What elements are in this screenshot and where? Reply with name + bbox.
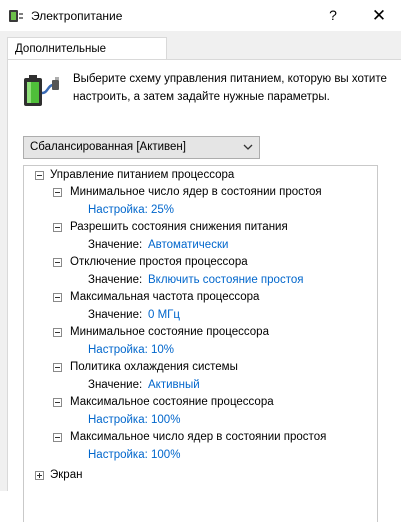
tree-group-processor-power[interactable]: Управление питанием процессора [50, 166, 234, 184]
power-plan-select[interactable]: Сбалансированная [Активен] [23, 136, 260, 159]
window-title: Электропитание [31, 9, 123, 23]
tab-advanced-settings[interactable]: Дополнительные параметры [7, 37, 167, 77]
power-plan-select-value: Сбалансированная [Активен] [30, 141, 186, 153]
tree-item-value[interactable]: Настройка: 25% [88, 201, 174, 219]
tree-item-label[interactable]: Отключение простоя процессора [70, 253, 248, 271]
close-button[interactable]: ✕ [357, 0, 401, 31]
tree-item-value[interactable]: Включить состояние простоя [148, 271, 303, 289]
plus-box-icon[interactable] [35, 471, 44, 480]
minus-box-icon[interactable] [53, 223, 62, 232]
tree-item-value[interactable]: Настройка: 10% [88, 341, 174, 359]
tree-item-label[interactable]: Минимальное состояние процессора [70, 323, 269, 341]
tree-item-value-prefix: Значение: [88, 274, 143, 286]
tree-item-value[interactable]: 0 МГц [148, 306, 180, 324]
tree-item-label[interactable]: Максимальное состояние процессора [70, 393, 274, 411]
tree-item-label[interactable]: Разрешить состояния снижения питания [70, 218, 288, 236]
dialog-body: Дополнительные параметры Выберите схему … [0, 31, 401, 522]
tree-group-display[interactable]: Экран [50, 466, 82, 484]
minus-box-icon[interactable] [53, 363, 62, 372]
chevron-down-icon [243, 144, 253, 150]
power-options-icon [9, 10, 23, 22]
tree-item-value[interactable]: Настройка: 100% [88, 446, 180, 464]
tree-item-value[interactable]: Активный [148, 376, 200, 394]
tree-item-value-prefix: Значение: [88, 239, 143, 251]
tree-item-value-prefix: Значение: [88, 379, 143, 391]
minus-box-icon[interactable] [53, 258, 62, 267]
minus-box-icon[interactable] [53, 293, 62, 302]
minus-box-icon[interactable] [35, 171, 44, 180]
tree-item-label[interactable]: Политика охлаждения системы [70, 358, 238, 376]
description-text: Выберите схему управления питанием, кото… [73, 73, 387, 103]
tree-item-label[interactable]: Минимальное число ядер в состоянии прост… [70, 183, 322, 201]
help-button[interactable]: ? [311, 0, 355, 31]
settings-tree[interactable]: Управление питанием процессора Минимальн… [23, 165, 378, 522]
battery-plug-icon [24, 75, 59, 106]
tree-item-value[interactable]: Автоматически [148, 236, 228, 254]
minus-box-icon[interactable] [53, 328, 62, 337]
minus-box-icon[interactable] [53, 188, 62, 197]
tree-item-value-prefix: Значение: [88, 309, 143, 321]
minus-box-icon[interactable] [53, 433, 62, 442]
minus-box-icon[interactable] [53, 398, 62, 407]
tree-item-value[interactable]: Настройка: 100% [88, 411, 180, 429]
tree-item-label[interactable]: Максимальная частота процессора [70, 288, 259, 306]
tree-item-label[interactable]: Максимальное число ядер в состоянии прос… [70, 428, 326, 446]
title-bar: Электропитание ? ✕ [0, 0, 401, 31]
